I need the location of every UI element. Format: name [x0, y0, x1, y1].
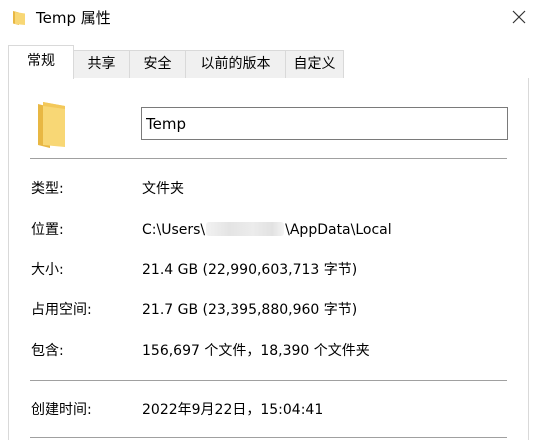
tab-customize[interactable]: 自定义 [285, 50, 344, 78]
redacted-username [206, 222, 285, 236]
close-icon [512, 10, 526, 24]
tab-strip: 常规 共享 安全 以前的版本 自定义 [0, 44, 537, 79]
type-label: 类型: [31, 181, 64, 197]
size-value: 21.4 GB (22,990,603,713 字节) [142, 262, 358, 278]
size-on-disk-value: 21.7 GB (23,395,880,960 字节) [142, 302, 358, 318]
size-label: 大小: [31, 262, 64, 278]
folder-icon [13, 11, 25, 25]
size-on-disk-label: 占用空间: [31, 302, 92, 318]
title-bar: Temp 属性 [0, 0, 537, 36]
location-suffix: \AppData\Local [285, 222, 392, 238]
location-prefix: C:\Users\ [142, 222, 206, 238]
created-label: 创建时间: [31, 402, 92, 418]
contains-value: 156,697 个文件，18,390 个文件夹 [142, 343, 370, 359]
divider [30, 158, 507, 159]
tab-general[interactable]: 常规 [8, 45, 74, 79]
folder-icon [38, 102, 65, 148]
divider [30, 380, 507, 381]
location-label: 位置: [31, 222, 64, 238]
created-value: 2022年9月22日，15:04:41 [142, 402, 324, 418]
divider [30, 437, 507, 438]
folder-name-input[interactable] [141, 107, 508, 140]
location-value: C:\Users\ \AppData\Local [142, 220, 392, 240]
tab-previous-versions[interactable]: 以前的版本 [185, 50, 286, 78]
window-title: Temp 属性 [36, 9, 111, 27]
close-button[interactable] [504, 2, 534, 32]
contains-label: 包含: [31, 343, 64, 359]
tab-sharing[interactable]: 共享 [73, 50, 130, 78]
tab-security[interactable]: 安全 [129, 50, 186, 78]
type-value: 文件夹 [142, 181, 184, 197]
